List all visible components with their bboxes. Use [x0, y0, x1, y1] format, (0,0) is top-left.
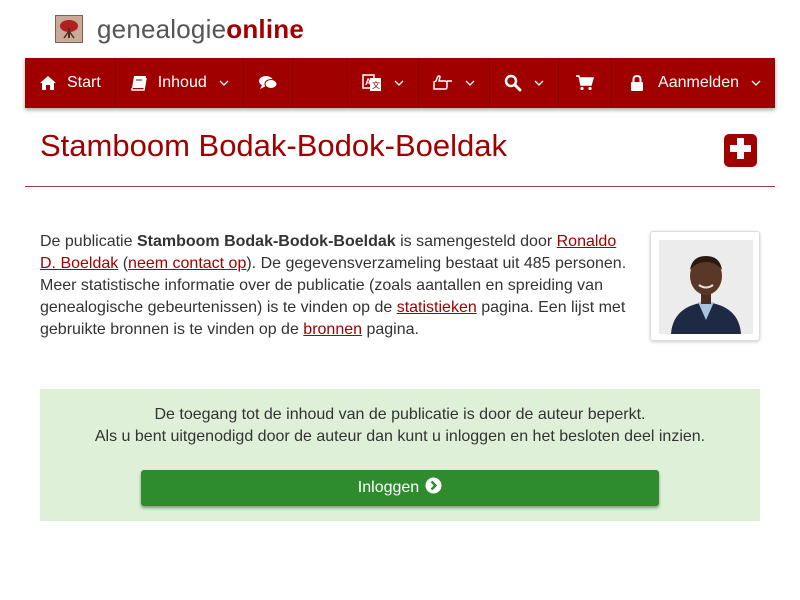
home-icon: [39, 75, 57, 91]
tree-icon: [55, 15, 83, 43]
comments-icon: [258, 75, 278, 91]
lock-icon: [630, 75, 644, 91]
chevron-down-icon: [219, 80, 229, 86]
nav-start[interactable]: Start: [25, 58, 116, 108]
publication-intro: De publicatie Stamboom Bodak-Bodok-Boeld…: [40, 231, 630, 341]
nav-inhoud[interactable]: Inhoud: [116, 58, 244, 108]
plus-icon: [728, 136, 753, 166]
page-title: Stamboom Bodak-Bodok-Boeldak: [40, 128, 507, 163]
nav-comments[interactable]: [244, 58, 293, 108]
intro-text: De publicatie: [40, 233, 137, 250]
login-button[interactable]: Inloggen: [141, 470, 659, 506]
chevron-down-icon: [751, 80, 761, 86]
add-button[interactable]: [724, 134, 757, 167]
nav-aanmelden-label: Aanmelden: [658, 74, 739, 91]
svg-text:A: A: [365, 77, 372, 87]
author-avatar: [659, 240, 753, 334]
language-icon: A文: [362, 74, 382, 92]
nav-aanmelden[interactable]: Aanmelden: [612, 58, 775, 108]
nav-cart[interactable]: [559, 58, 613, 108]
site-brand[interactable]: genealogieonline: [55, 14, 304, 44]
nav-start-label: Start: [67, 74, 101, 91]
author-photo[interactable]: [650, 231, 760, 341]
notice-line-2: Als u bent uitgenodigd door de auteur da…: [94, 428, 706, 445]
contact-link[interactable]: neem contact op: [128, 255, 246, 272]
intro-text: is samengesteld door: [395, 233, 557, 250]
hand-pointer-icon: [433, 75, 453, 91]
main-navbar: Start Inhoud A文 Aanmelden: [25, 58, 775, 108]
nav-language[interactable]: A文: [348, 58, 420, 108]
svg-text:文: 文: [372, 80, 380, 90]
chevron-down-icon: [534, 80, 544, 86]
login-button-label: Inloggen: [357, 479, 420, 496]
nav-search[interactable]: [490, 58, 560, 108]
chevron-down-icon: [394, 80, 404, 86]
intro-text: pagina.: [362, 321, 419, 338]
title-divider: [25, 186, 775, 187]
nav-spacer: [293, 58, 349, 108]
intro-text: (: [118, 255, 129, 272]
brand-name: genealogieonline: [97, 13, 304, 44]
statistics-link[interactable]: statistieken: [397, 299, 477, 316]
access-notice: De toegang tot de inhoud van de publicat…: [40, 389, 760, 521]
nav-pointer[interactable]: [419, 58, 491, 108]
nav-inhoud-label: Inhoud: [157, 74, 207, 91]
chevron-down-icon: [465, 80, 475, 86]
notice-line-1: De toegang tot de inhoud van de publicat…: [154, 406, 646, 423]
search-icon: [504, 74, 522, 92]
publication-name: Stamboom Bodak-Bodok-Boeldak: [136, 233, 396, 250]
book-icon: [130, 75, 148, 91]
shopping-cart-icon: [575, 75, 595, 91]
sources-link[interactable]: bronnen: [303, 321, 362, 338]
chevron-circle-right-icon: [419, 477, 442, 499]
